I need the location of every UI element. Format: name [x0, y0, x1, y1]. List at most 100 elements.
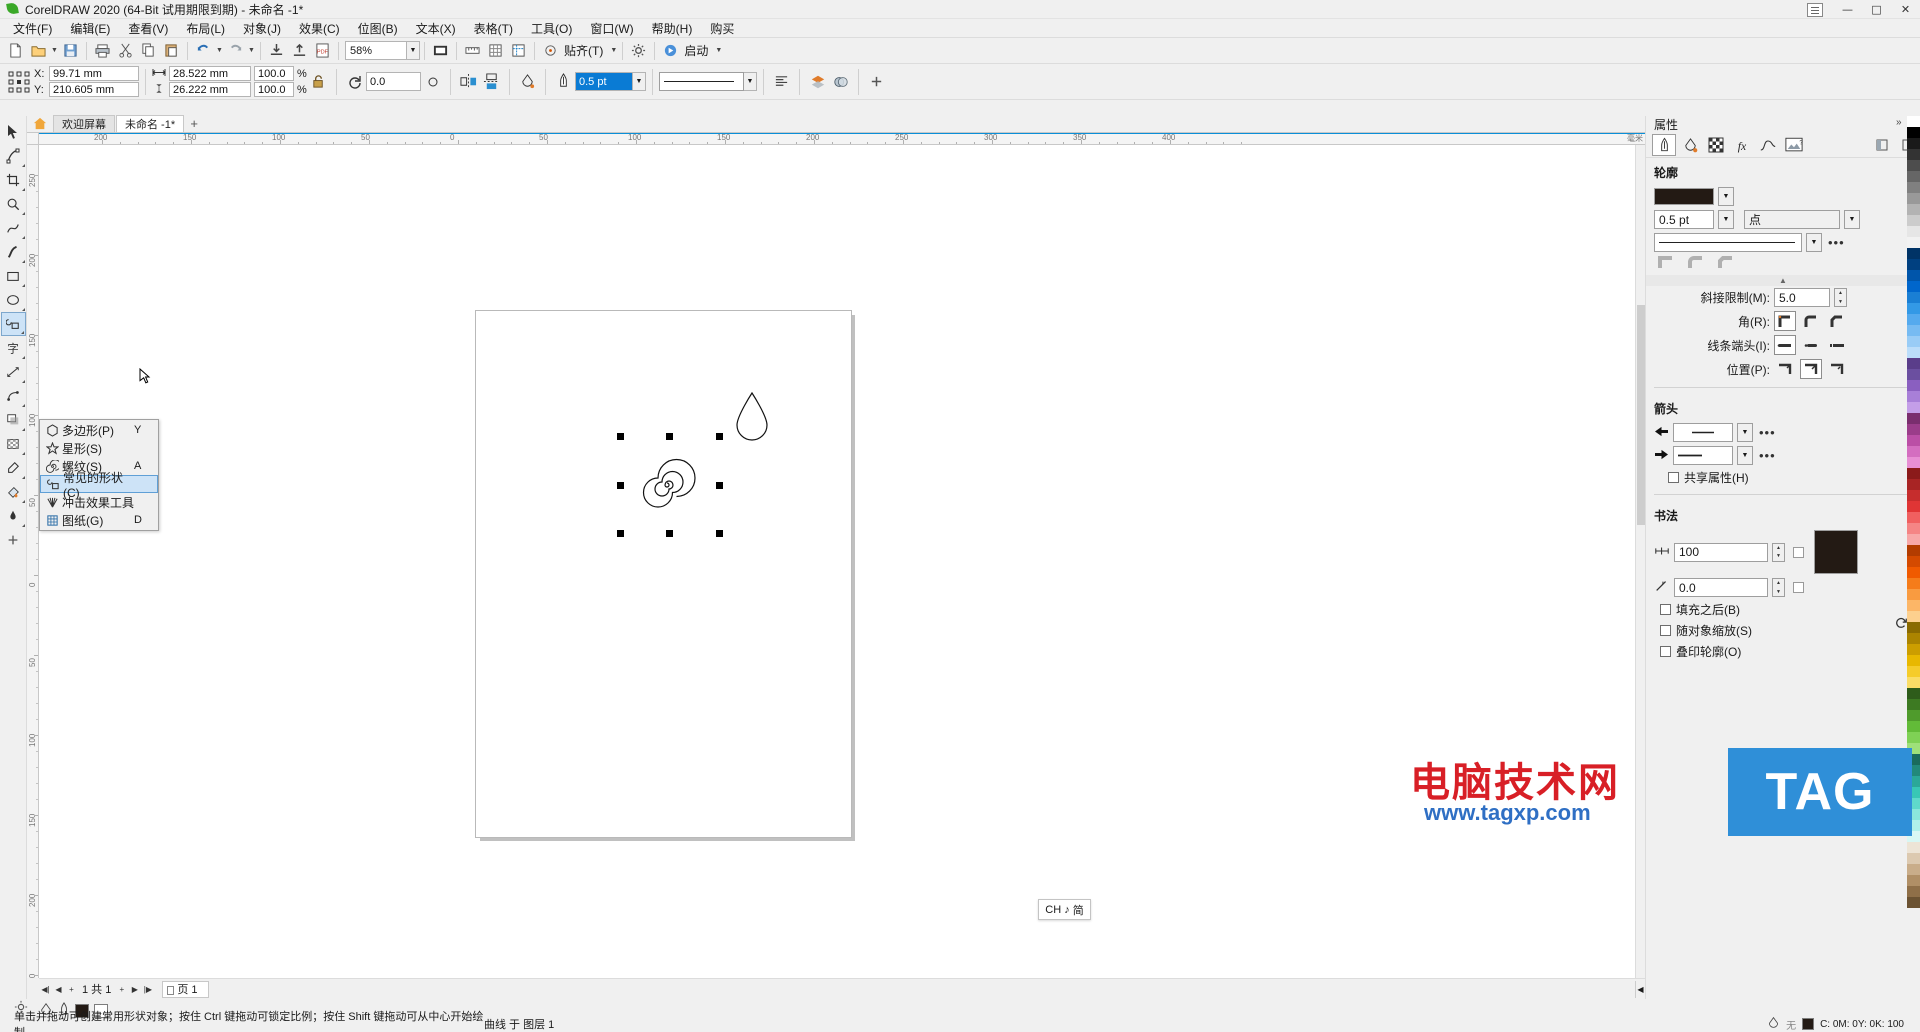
- redo-dropdown-icon[interactable]: ▼: [247, 40, 256, 62]
- palette-color-cell[interactable]: [1907, 754, 1920, 765]
- menu-bitmap[interactable]: 位图(B): [349, 18, 407, 39]
- selection-handles[interactable]: [617, 433, 723, 537]
- minimize-button[interactable]: —: [1833, 0, 1862, 19]
- page-tab-1[interactable]: 页 1: [162, 980, 209, 998]
- options-gear-icon[interactable]: [627, 40, 650, 62]
- handle-top-center[interactable]: [666, 433, 673, 440]
- palette-color-cell[interactable]: [1907, 534, 1920, 545]
- curve-tab[interactable]: [1756, 134, 1780, 156]
- order-icon[interactable]: [806, 71, 829, 93]
- save-icon[interactable]: [59, 40, 82, 62]
- page-first-icon[interactable]: ◀|: [39, 981, 52, 998]
- handle-middle-left[interactable]: [617, 482, 624, 489]
- object-origin-icon[interactable]: [4, 67, 34, 97]
- drawing-canvas[interactable]: [39, 145, 1645, 978]
- docker-pin-icon[interactable]: [1870, 134, 1894, 156]
- transparency-tab[interactable]: [1704, 134, 1728, 156]
- handle-bottom-center[interactable]: [666, 530, 673, 537]
- hscroll-left-icon[interactable]: ◀: [1635, 980, 1645, 998]
- palette-color-cell[interactable]: [1907, 116, 1920, 127]
- behind-fill-checkbox[interactable]: [1660, 604, 1671, 615]
- fullscreen-preview-icon[interactable]: [429, 40, 452, 62]
- palette-color-cell[interactable]: [1907, 193, 1920, 204]
- page-add-after-icon[interactable]: +: [115, 981, 128, 998]
- object-height-input[interactable]: 26.222 mm: [169, 82, 251, 97]
- rotate-icon[interactable]: [343, 71, 366, 93]
- canvas-vertical-scrollbar[interactable]: [1635, 145, 1645, 978]
- undo-icon[interactable]: [192, 40, 215, 62]
- flyout-item-star[interactable]: 星形(S): [40, 439, 158, 457]
- tool-connector[interactable]: [1, 384, 26, 408]
- palette-color-cell[interactable]: [1907, 501, 1920, 512]
- mirror-vertical-icon[interactable]: [480, 71, 503, 93]
- overprint-outline-row[interactable]: 叠印轮廓(O): [1646, 641, 1920, 662]
- snap-dropdown-icon[interactable]: ▼: [609, 40, 618, 62]
- palette-color-cell[interactable]: [1907, 182, 1920, 193]
- handle-middle-right[interactable]: [716, 482, 723, 489]
- palette-color-cell[interactable]: [1907, 369, 1920, 380]
- page-last-icon[interactable]: |▶: [141, 981, 154, 998]
- palette-color-cell[interactable]: [1907, 138, 1920, 149]
- page-next-icon[interactable]: ▶: [128, 981, 141, 998]
- outline-width-input[interactable]: 0.5 pt: [575, 72, 633, 91]
- palette-color-cell[interactable]: [1907, 732, 1920, 743]
- docker-collapse-icon[interactable]: »: [1896, 117, 1902, 128]
- palette-color-cell[interactable]: [1907, 710, 1920, 721]
- tool-crop[interactable]: [1, 168, 26, 192]
- tab-untitled-document[interactable]: 未命名 -1*: [116, 115, 185, 132]
- tool-parallel-dimension[interactable]: [1, 360, 26, 384]
- outline-line-style-more-icon[interactable]: •••: [1826, 235, 1847, 250]
- tool-pick[interactable]: [1, 120, 26, 144]
- palette-color-cell[interactable]: [1907, 226, 1920, 237]
- palette-color-cell[interactable]: [1907, 325, 1920, 336]
- palette-color-cell[interactable]: [1907, 248, 1920, 259]
- handle-top-left[interactable]: [617, 433, 624, 440]
- palette-color-cell[interactable]: [1907, 886, 1920, 897]
- vertical-ruler[interactable]: 25020015010050050100150200250: [27, 145, 39, 978]
- palette-color-cell[interactable]: [1907, 490, 1920, 501]
- calligraphy-stretch-input[interactable]: 100: [1674, 542, 1768, 562]
- position-outside-button[interactable]: [1774, 359, 1796, 379]
- share-attributes-row[interactable]: 共享属性(H): [1646, 467, 1920, 488]
- outline-width-input[interactable]: 0.5 pt: [1654, 210, 1714, 229]
- palette-color-cell[interactable]: [1907, 688, 1920, 699]
- corner-round-button[interactable]: [1800, 311, 1822, 331]
- ime-indicator[interactable]: CH ♪ 简: [1038, 899, 1091, 920]
- scale-with-object-row[interactable]: 随对象缩放(S): [1646, 620, 1920, 641]
- palette-color-cell[interactable]: [1907, 820, 1920, 831]
- palette-color-cell[interactable]: [1907, 655, 1920, 666]
- menu-table[interactable]: 表格(T): [465, 18, 522, 39]
- linecap-round-button[interactable]: [1800, 335, 1822, 355]
- palette-color-cell[interactable]: [1907, 864, 1920, 875]
- angle-lock-checkbox[interactable]: [1793, 582, 1804, 593]
- maximize-button[interactable]: □: [1862, 0, 1891, 19]
- palette-color-cell[interactable]: [1907, 314, 1920, 325]
- publish-pdf-icon[interactable]: PDF: [311, 40, 334, 62]
- corner-bevel-button[interactable]: [1826, 311, 1848, 331]
- tool-ellipse[interactable]: [1, 288, 26, 312]
- menu-file[interactable]: 文件(F): [4, 18, 61, 39]
- linecap-butt-button[interactable]: [1774, 335, 1796, 355]
- scale-x-input[interactable]: 100.0: [254, 66, 294, 81]
- menu-help[interactable]: 帮助(H): [643, 18, 702, 39]
- palette-color-cell[interactable]: [1907, 358, 1920, 369]
- linecap-square-button[interactable]: [1826, 335, 1848, 355]
- scrollbar-thumb[interactable]: [1637, 305, 1645, 525]
- document-page[interactable]: [475, 310, 852, 838]
- tool-drop-shadow[interactable]: [1, 408, 26, 432]
- start-arrow-dropdown-icon[interactable]: ▼: [1737, 423, 1753, 442]
- menu-buy[interactable]: 购买: [701, 18, 743, 39]
- tool-text[interactable]: 字: [1, 336, 26, 360]
- page-prev-icon[interactable]: ◀: [52, 981, 65, 998]
- palette-color-cell[interactable]: [1907, 435, 1920, 446]
- palette-color-cell[interactable]: [1907, 160, 1920, 171]
- palette-color-cell[interactable]: [1907, 831, 1920, 842]
- palette-color-cell[interactable]: [1907, 798, 1920, 809]
- start-arrow-preview[interactable]: [1673, 423, 1733, 442]
- end-arrow-more-icon[interactable]: •••: [1757, 448, 1778, 463]
- tool-smart-fill[interactable]: [1, 504, 26, 528]
- zoom-level-input[interactable]: 58%: [345, 41, 407, 60]
- outline-color-swatch[interactable]: [1654, 188, 1714, 205]
- show-grid-icon[interactable]: [484, 40, 507, 62]
- position-centered-button[interactable]: [1800, 359, 1822, 379]
